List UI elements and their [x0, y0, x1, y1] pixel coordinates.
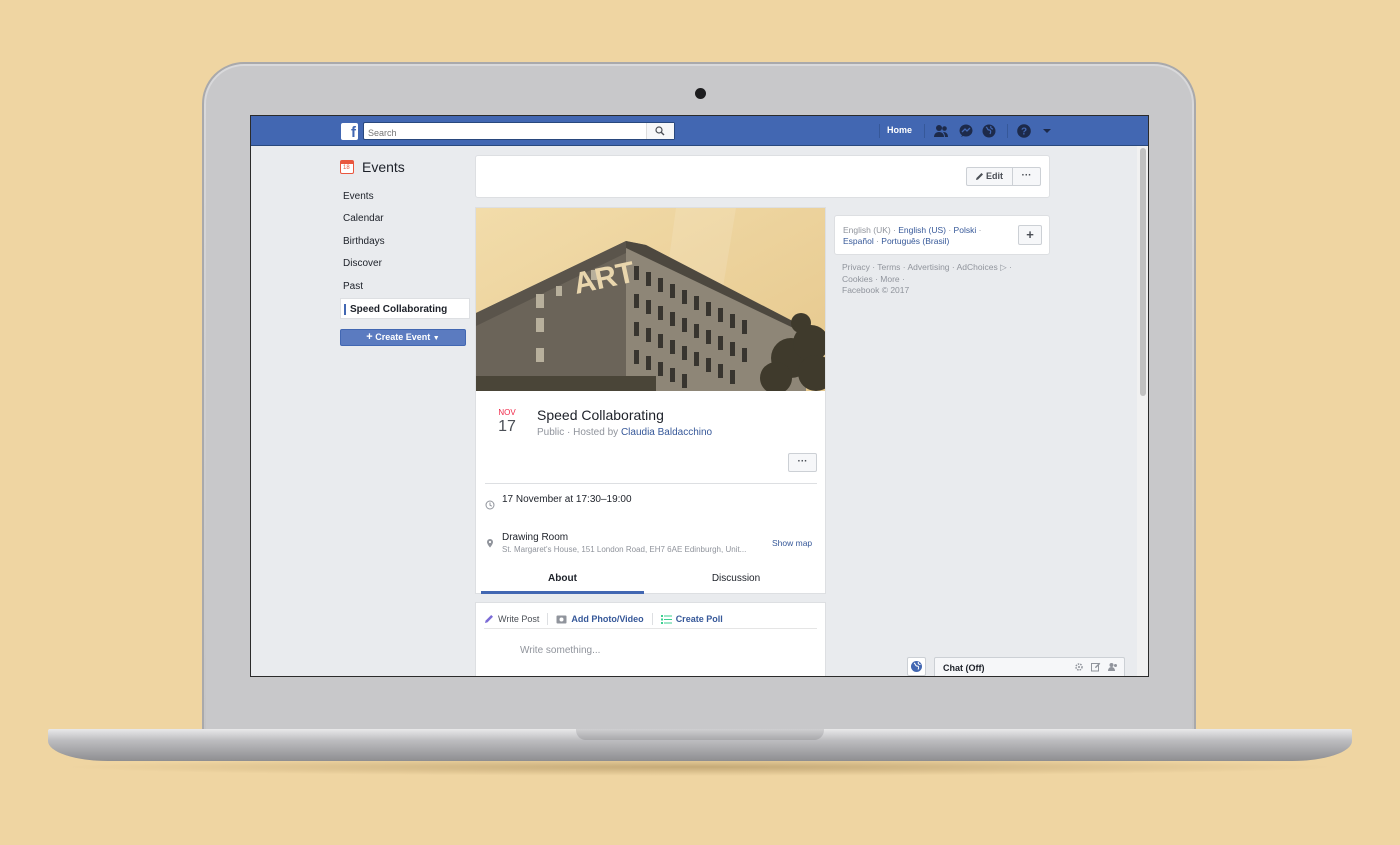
- event-card: ART NOV 17 Speed Collaborating Public · …: [475, 207, 826, 594]
- search-button[interactable]: [646, 123, 674, 139]
- event-host-link[interactable]: Claudia Baldacchino: [621, 427, 712, 438]
- write-post-tab[interactable]: Write Post: [484, 613, 549, 625]
- language-english-uk: English (UK) ·: [843, 225, 899, 235]
- scrollbar-thumb[interactable]: [1140, 148, 1146, 396]
- new-group-icon[interactable]: [1108, 662, 1118, 672]
- notifications-globe-icon[interactable]: [981, 123, 997, 139]
- top-navigation-bar: f Home ?: [251, 116, 1148, 146]
- sidebar-item-discover[interactable]: Discover: [340, 253, 470, 275]
- event-tabs: About Discussion: [481, 566, 821, 594]
- edit-button[interactable]: Edit: [966, 167, 1013, 186]
- tab-discussion[interactable]: Discussion: [651, 566, 821, 594]
- calendar-icon-day: 18: [343, 165, 350, 171]
- event-time: 17 November at 17:30–19:00: [502, 494, 632, 505]
- event-action-bar: Edit ···: [475, 155, 1050, 198]
- create-poll-tab[interactable]: Create Poll: [660, 613, 731, 625]
- footer-links: Privacy · Terms · Advertising · AdChoice…: [842, 262, 1042, 297]
- pencil-icon: [485, 615, 493, 623]
- chat-controls: [1074, 662, 1118, 672]
- photo-icon: [556, 615, 567, 623]
- chat-bar[interactable]: Chat (Off): [934, 657, 1125, 676]
- write-something-input[interactable]: Write something...: [520, 645, 600, 656]
- add-photo-video-tab[interactable]: Add Photo/Video: [556, 613, 653, 625]
- event-meta: Public · Hosted by Claudia Baldacchino: [537, 427, 712, 438]
- cover-building-image: ART: [476, 208, 825, 391]
- nav-divider: [1007, 124, 1008, 138]
- compose-icon[interactable]: [1091, 662, 1101, 672]
- location-pin-icon: [487, 539, 493, 548]
- events-header: 18 Events: [340, 156, 470, 178]
- sidebar-item-events[interactable]: Events: [340, 186, 470, 208]
- event-address: St. Margaret's House, 151 London Road, E…: [502, 545, 747, 554]
- sidebar-item-past[interactable]: Past: [340, 276, 470, 298]
- language-english-us-link[interactable]: English (US): [898, 225, 946, 235]
- webcam: [695, 88, 706, 99]
- event-month: NOV: [498, 408, 516, 417]
- page-title[interactable]: Events: [362, 159, 405, 175]
- footer-line-1[interactable]: Privacy · Terms · Advertising · AdChoice…: [842, 262, 1042, 274]
- messenger-icon[interactable]: [958, 123, 974, 139]
- language-row-2: Español · Português (Brasil): [843, 236, 949, 246]
- sidebar-item-speed-collaborating[interactable]: Speed Collaborating: [340, 297, 470, 319]
- calendar-icon: 18: [340, 160, 354, 174]
- nav-divider: [924, 124, 925, 138]
- language-box: English (UK) · English (US) · Polski · E…: [834, 215, 1050, 255]
- nav-divider: [879, 124, 880, 138]
- language-polski-link[interactable]: Polski: [954, 225, 977, 235]
- footer-line-2[interactable]: Cookies · More ·: [842, 274, 1042, 286]
- friend-requests-icon[interactable]: [933, 123, 949, 139]
- add-photo-video-label: Add Photo/Video: [571, 614, 644, 624]
- post-composer: Write Post Add Photo/Video Create Poll W…: [475, 602, 826, 676]
- event-title: Speed Collaborating: [537, 407, 664, 423]
- divider: [484, 628, 817, 629]
- write-post-label: Write Post: [498, 614, 540, 624]
- poll-list-icon: [660, 614, 672, 624]
- gear-icon[interactable]: [1074, 662, 1084, 672]
- separator: ·: [976, 225, 982, 235]
- language-espanol-link[interactable]: Español: [843, 236, 874, 246]
- sidebar-nav: Events Calendar Birthdays Discover Past …: [340, 186, 470, 319]
- search-input[interactable]: [364, 125, 644, 141]
- edit-label: Edit: [986, 171, 1003, 181]
- divider: [485, 483, 817, 484]
- sidebar-item-calendar[interactable]: Calendar: [340, 208, 470, 230]
- pencil-icon: [976, 173, 983, 180]
- account-menu-caret-icon[interactable]: [1039, 123, 1055, 139]
- separator: ·: [945, 225, 954, 235]
- language-row-1: English (UK) · English (US) · Polski ·: [843, 225, 981, 235]
- clock-icon: [485, 500, 495, 510]
- event-visibility: Public · Hosted by: [537, 427, 621, 438]
- page-scrollbar[interactable]: [1137, 146, 1148, 676]
- event-day: 17: [498, 418, 516, 435]
- plus-icon: +: [366, 330, 373, 343]
- create-event-label: Create Event: [375, 331, 431, 342]
- composer-tabs: Write Post Add Photo/Video Create Poll: [484, 610, 739, 628]
- footer-copyright: Facebook © 2017: [842, 285, 910, 295]
- tab-about[interactable]: About: [481, 566, 644, 594]
- browser-screen: f Home ? 18 Events Events Calendar Birth…: [250, 115, 1149, 677]
- event-more-button[interactable]: ···: [788, 453, 817, 472]
- add-language-button[interactable]: +: [1018, 225, 1042, 245]
- create-poll-label: Create Poll: [675, 614, 723, 624]
- chat-status-label: Chat (Off): [943, 663, 985, 673]
- caret-down-icon: ▼: [432, 334, 440, 342]
- event-date-block: NOV 17: [492, 408, 522, 436]
- globe-icon: [911, 661, 922, 672]
- svg-text:?: ?: [1021, 127, 1027, 138]
- search-icon: [655, 126, 665, 136]
- language-portugues-link[interactable]: Português (Brasil): [881, 236, 949, 246]
- search-box: [363, 122, 675, 141]
- sidebar-item-birthdays[interactable]: Birthdays: [340, 231, 470, 253]
- facebook-logo-icon[interactable]: f: [341, 123, 358, 141]
- more-options-button[interactable]: ···: [1012, 167, 1041, 186]
- show-map-link[interactable]: Show map: [772, 538, 812, 548]
- help-icon[interactable]: ?: [1016, 123, 1032, 139]
- event-cover-photo[interactable]: ART: [476, 208, 825, 391]
- chat-globe-button[interactable]: [907, 657, 926, 676]
- left-sidebar: 18 Events Events Calendar Birthdays Disc…: [340, 156, 470, 346]
- event-place[interactable]: Drawing Room: [502, 532, 568, 543]
- create-event-button[interactable]: + Create Event ▼: [340, 328, 466, 346]
- laptop-notch: [576, 729, 824, 740]
- home-link[interactable]: Home: [887, 125, 912, 135]
